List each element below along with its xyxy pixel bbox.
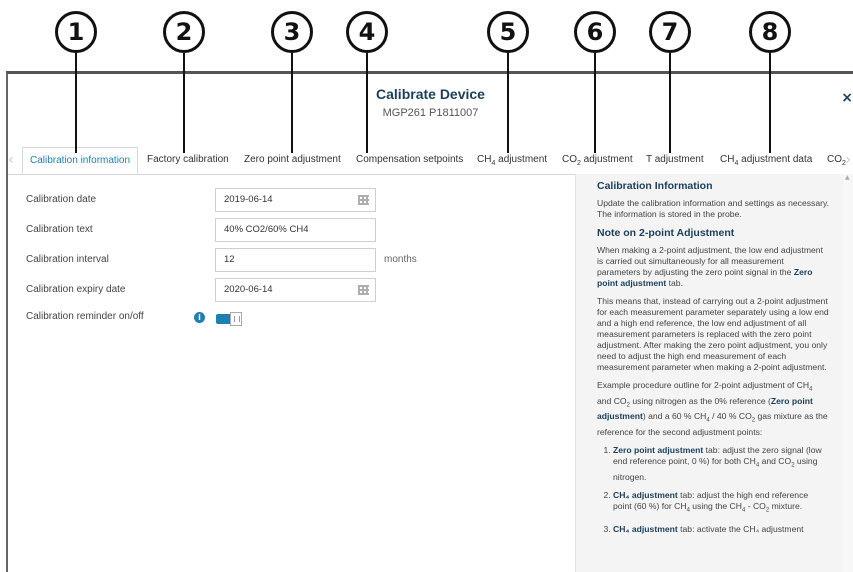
help-text: ) and a 60 % CH [642,411,707,422]
calendar-icon[interactable] [358,285,369,295]
callout-5-line [507,53,509,153]
calibration-interval-label: Calibration interval [26,254,109,265]
callout-6: 6 [574,11,616,53]
callout-8-line [769,53,771,153]
help-paragraph: Example procedure outline for 2-point ad… [597,380,829,438]
calibration-date-label: Calibration date [26,194,97,205]
tab-label: Calibration information [30,155,131,166]
calendar-icon[interactable] [358,195,369,205]
callout-1-line [75,53,77,153]
callout-5: 5 [487,11,529,53]
help-text: using nitrogen as the 0% reference ( [629,395,771,406]
close-icon[interactable]: × [841,90,853,106]
help-text: using the CH [689,500,742,511]
calibration-date-field[interactable]: 2019-06-14 [215,188,376,212]
calibration-expiry-date-field[interactable]: 2020-06-14 [215,278,376,302]
callout-2: 2 [163,11,205,53]
tab-calibration-information[interactable]: Calibration information [22,147,139,174]
help-text: mixture. [769,500,803,511]
tab-co2-partial[interactable]: CO2 [827,147,846,174]
tab-label: adjustment data [738,154,813,165]
calibration-text-label: Calibration text [26,224,93,235]
tab-scroll-right-icon[interactable]: › [845,152,851,168]
help-panel: Calibration Information Update the calib… [575,174,844,572]
tab-label: Zero point adjustment [244,154,341,165]
interval-unit-label: months [384,254,417,265]
help-paragraph: This means that, instead of carrying out… [597,296,829,372]
tab-ch4-adjustment[interactable]: CH4 adjustment [477,147,547,174]
tab-label: CH [720,154,735,165]
tab-co2-adjustment[interactable]: CO2 adjustment [562,147,633,174]
help-list-item: Zero point adjustment tab: adjust the ze… [613,445,829,483]
help-text: and CO [597,395,627,406]
tab-label: Factory calibration [147,154,229,165]
callout-7-line [669,53,671,153]
scroll-up-icon[interactable]: ▲ [845,174,850,181]
help-paragraph: When making a 2-point adjustment, the lo… [597,245,829,289]
calibration-expiry-date-label: Calibration expiry date [26,284,126,295]
callout-7: 7 [649,11,691,53]
tab-factory-calibration[interactable]: Factory calibration [147,147,229,174]
tab-ch4-adjustment-data[interactable]: CH4 adjustment data [720,147,812,174]
calibration-date-value: 2019-06-14 [224,194,273,205]
tab-compensation-setpoints[interactable]: Compensation setpoints [356,147,463,174]
callout-4-line [366,53,368,153]
tab-label: T adjustment [646,154,704,165]
callout-3: 3 [271,11,313,53]
tab-t-adjustment[interactable]: T adjustment [646,147,704,174]
toggle-knob[interactable] [230,312,242,326]
tab-label: CO [827,154,842,165]
help-heading-calibration-information: Calibration Information [597,180,713,192]
help-list-item: CH₄ adjustment tab: activate the CH₄ adj… [613,524,829,535]
help-text: Example procedure outline for 2-point ad… [597,380,810,390]
callout-2-line [183,53,185,153]
callout-3-line [291,53,293,153]
help-heading-2-point-adjustment: Note on 2-point Adjustment [597,227,735,239]
help-text-bold: Zero point adjustment [613,445,704,456]
help-sub: 4 [809,386,813,393]
help-scrollbar[interactable]: ▲ [843,174,853,572]
help-text: tab. [666,278,683,288]
help-text: and CO [759,456,792,467]
tab-scroll-left-icon[interactable]: ‹ [8,152,14,168]
info-icon[interactable]: i [194,312,205,323]
help-list-item: CH₄ adjustment tab: adjust the high end … [613,490,829,517]
tab-label: adjustment [580,154,633,165]
dialog-subtitle: MGP261 P1811007 [382,107,479,119]
calibration-interval-field[interactable]: 12 [215,248,376,272]
calibration-reminder-label: Calibration reminder on/off [26,311,144,322]
tab-label: Compensation setpoints [356,154,464,165]
callout-8: 8 [749,11,791,53]
help-text: tab: activate the CH₄ adjustment [677,523,804,534]
calibration-text-field[interactable]: 40% CO2/60% CH4 [215,218,376,242]
dialog-title: Calibrate Device [376,86,485,102]
callout-6-line [594,53,596,153]
tab-label: adjustment [495,154,548,165]
callout-markers: 1 2 3 4 5 6 7 8 [0,0,853,153]
calibration-expiry-date-value: 2020-06-14 [224,284,273,295]
help-content: Calibration Information Update the calib… [597,180,829,542]
calibration-interval-value: 12 [224,254,235,265]
help-procedure-list: Zero point adjustment tab: adjust the ze… [597,445,829,534]
calibration-reminder-toggle[interactable] [216,312,242,326]
tab-label: CH [477,154,492,165]
help-text: When making a 2-point adjustment, the lo… [597,245,823,277]
help-text: - CO [745,500,766,511]
calibration-text-value: 40% CO2/60% CH4 [224,224,309,235]
tab-bar: ‹ Calibration information Factory calibr… [8,147,853,175]
help-text-bold: CH₄ adjustment [613,523,678,534]
callout-4: 4 [346,11,388,53]
tab-label: CO [562,154,577,165]
callout-1: 1 [55,11,97,53]
help-text-bold: CH₄ adjustment [613,489,678,500]
calibrate-device-dialog: Calibrate Device MGP261 P1811007 × ‹ Cal… [6,71,853,572]
help-paragraph: Update the calibration information and s… [597,198,830,219]
help-text: / 40 % CO [709,411,752,422]
